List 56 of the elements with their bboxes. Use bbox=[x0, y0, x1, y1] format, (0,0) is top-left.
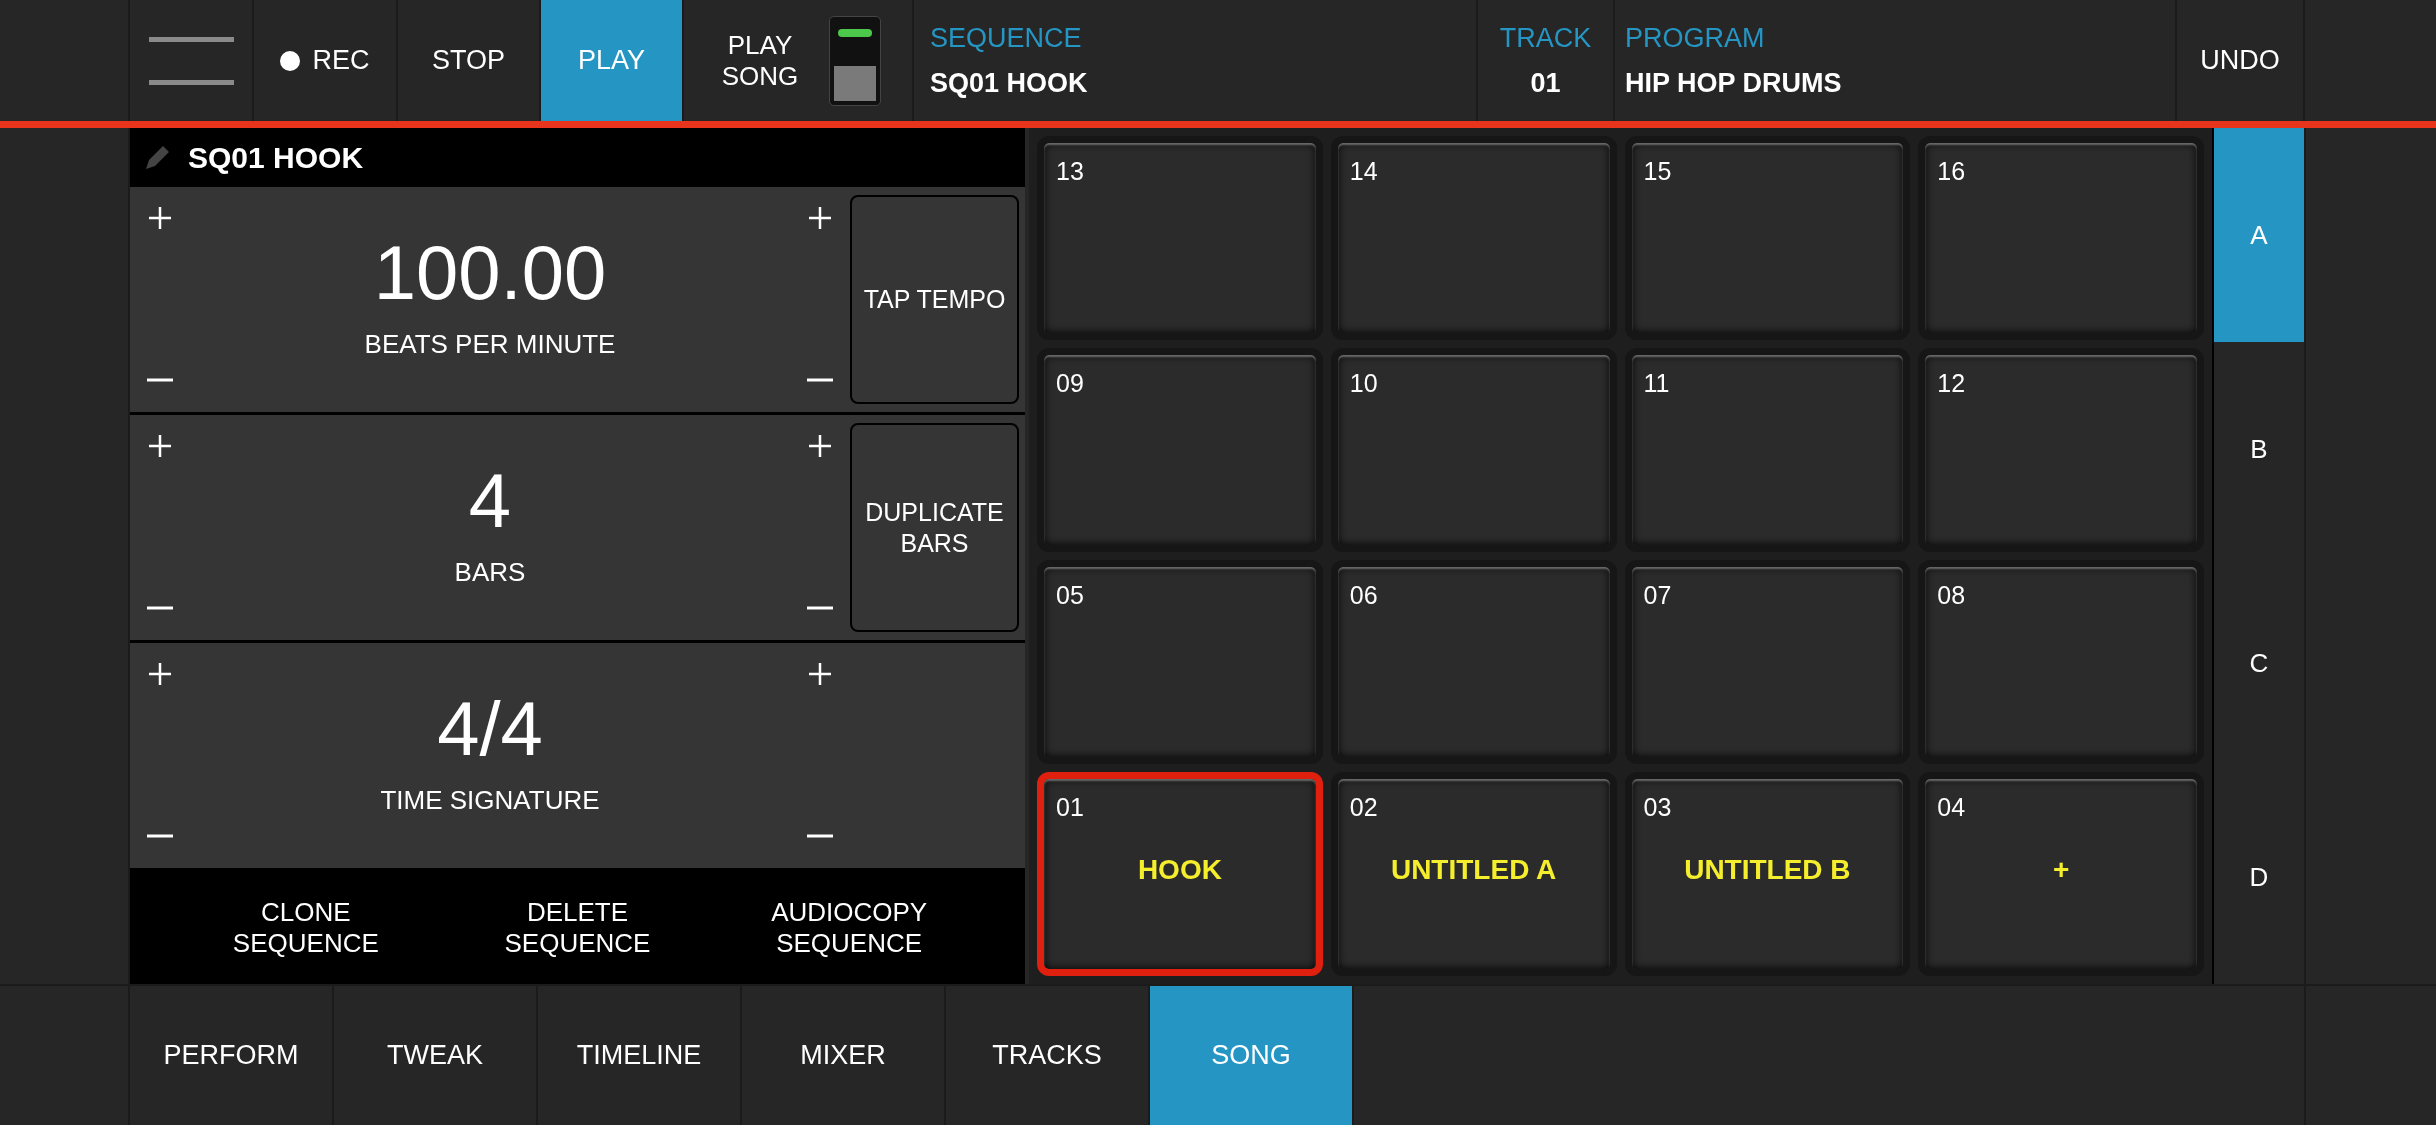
minus-icon[interactable] bbox=[147, 606, 173, 610]
sequence-pad[interactable]: 15 bbox=[1624, 136, 1911, 340]
sequence-action-button[interactable]: AUDIOCOPY SEQUENCE bbox=[749, 896, 950, 959]
tab[interactable]: TIMELINE bbox=[538, 986, 742, 1125]
bank-button[interactable]: D bbox=[2214, 770, 2304, 984]
minus-icon[interactable] bbox=[807, 378, 833, 382]
bank-button[interactable]: B bbox=[2214, 342, 2304, 556]
parameter-value: 100.00 bbox=[373, 235, 607, 311]
sequence-pad[interactable]: 12 bbox=[1918, 348, 2204, 552]
minus-icon[interactable] bbox=[807, 834, 833, 838]
sequence-pad[interactable]: 09 bbox=[1037, 348, 1323, 552]
sequence-pad[interactable]: 04 + bbox=[1918, 772, 2204, 976]
parameter-label: BEATS PER MINUTE bbox=[364, 328, 616, 361]
tab[interactable]: TWEAK bbox=[334, 986, 538, 1125]
plus-icon[interactable] bbox=[807, 661, 833, 687]
sequence-pad[interactable]: 11 bbox=[1624, 348, 1911, 552]
sequence-pad[interactable]: 01 HOOK bbox=[1037, 772, 1323, 976]
sequence-pad[interactable]: 08 bbox=[1918, 560, 2204, 764]
tab[interactable]: PERFORM bbox=[130, 986, 334, 1125]
sequence-pad[interactable]: 05 bbox=[1037, 560, 1323, 764]
minus-icon[interactable] bbox=[807, 606, 833, 610]
track-label: TRACK bbox=[1499, 22, 1592, 55]
parameter-action-button[interactable]: DUPLICATE BARS bbox=[850, 423, 1019, 632]
plus-icon[interactable] bbox=[147, 433, 173, 459]
undo-button[interactable]: UNDO bbox=[2177, 0, 2305, 121]
plus-icon[interactable] bbox=[147, 205, 173, 231]
sequence-action-button[interactable]: DELETE SEQUENCE bbox=[477, 896, 678, 959]
sequence-label: SEQUENCE bbox=[930, 22, 1083, 55]
parameter-value: 4/4 bbox=[437, 691, 543, 767]
parameter-action-button[interactable]: TAP TEMPO bbox=[850, 195, 1019, 404]
play-song-label: PLAY SONG bbox=[720, 29, 800, 92]
sequence-pad[interactable]: 16 bbox=[1918, 136, 2204, 340]
plus-icon[interactable] bbox=[147, 661, 173, 687]
minus-icon[interactable] bbox=[147, 834, 173, 838]
parameter-label: TIME SIGNATURE bbox=[380, 784, 600, 817]
track-number: 01 bbox=[1530, 66, 1561, 100]
parameter-value: 4 bbox=[468, 463, 512, 539]
sequence-name: SQ01 HOOK bbox=[930, 66, 1089, 100]
sequence-pad[interactable]: 10 bbox=[1330, 348, 1617, 552]
program-label: PROGRAM bbox=[1625, 22, 1766, 55]
bank-button[interactable]: C bbox=[2214, 556, 2304, 770]
program-name: HIP HOP DRUMS bbox=[1625, 66, 1843, 100]
plus-icon[interactable] bbox=[807, 433, 833, 459]
parameter-label: BARS bbox=[454, 556, 526, 589]
plus-icon[interactable] bbox=[807, 205, 833, 231]
sequence-pad[interactable]: 13 bbox=[1037, 136, 1323, 340]
sequence-pad[interactable]: 02 UNTITLED A bbox=[1330, 772, 1617, 976]
sequence-pad[interactable]: 14 bbox=[1330, 136, 1617, 340]
sequence-pad[interactable]: 03 UNTITLED B bbox=[1624, 772, 1911, 976]
sequence-pad[interactable]: 07 bbox=[1624, 560, 1911, 764]
play-song-toggle[interactable] bbox=[829, 15, 881, 106]
sequence-title: SQ01 HOOK bbox=[188, 140, 364, 176]
sequence-action-button[interactable]: CLONE SEQUENCE bbox=[205, 896, 406, 959]
tab[interactable]: MIXER bbox=[742, 986, 946, 1125]
sequence-pad[interactable]: 06 bbox=[1330, 560, 1617, 764]
minus-icon[interactable] bbox=[147, 378, 173, 382]
